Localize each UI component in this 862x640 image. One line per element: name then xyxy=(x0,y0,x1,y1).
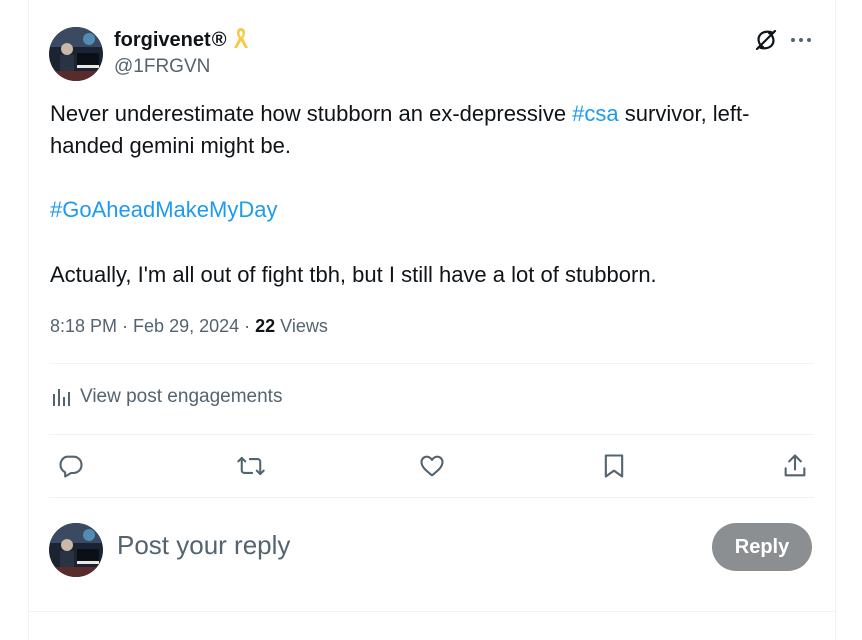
divider xyxy=(49,434,814,435)
post-body: Never underestimate how stubborn an ex-d… xyxy=(50,98,820,291)
post-time[interactable]: 8:18 PM xyxy=(50,316,117,336)
author-avatar[interactable] xyxy=(49,27,103,81)
repost-icon[interactable] xyxy=(236,452,266,485)
analytics-icon xyxy=(53,389,70,406)
separator: · xyxy=(239,316,256,336)
ribbon-icon xyxy=(232,26,250,55)
divider xyxy=(29,611,835,612)
bookmark-icon[interactable] xyxy=(600,452,628,485)
author-name-row: forgivenet ® xyxy=(114,26,250,55)
view-engagements-link[interactable]: View post engagements xyxy=(50,386,282,408)
hashtag-link[interactable]: #csa xyxy=(572,101,618,126)
views-label: Views xyxy=(275,316,328,336)
like-icon[interactable] xyxy=(418,452,446,485)
post-text-line3: Actually, I'm all out of fight tbh, but … xyxy=(50,262,657,287)
post-meta: 8:18 PM · Feb 29, 2024 · 22 Views xyxy=(50,316,328,337)
post-text-line1: Never underestimate how stubborn an ex-d… xyxy=(50,98,820,162)
reply-icon[interactable] xyxy=(57,452,85,485)
views-count: 22 xyxy=(255,316,276,336)
hashtag-link[interactable]: #GoAheadMakeMyDay xyxy=(50,197,277,222)
reply-input[interactable]: Post your reply xyxy=(117,530,290,561)
author-handle[interactable]: @1FRGVN xyxy=(114,56,210,78)
divider xyxy=(49,497,814,498)
divider xyxy=(49,363,814,364)
reply-button[interactable]: Reply xyxy=(712,523,812,571)
post-date[interactable]: Feb 29, 2024 xyxy=(133,316,239,336)
share-icon[interactable] xyxy=(781,452,809,485)
more-icon[interactable] xyxy=(790,28,812,57)
view-engagements-label: View post engagements xyxy=(80,386,283,407)
registered-mark: ® xyxy=(211,29,227,51)
separator: · xyxy=(117,316,134,336)
grok-icon[interactable] xyxy=(754,28,778,57)
author-display-name[interactable]: forgivenet xyxy=(114,29,211,52)
post-text: Never underestimate how stubborn an ex-d… xyxy=(50,101,573,126)
user-avatar[interactable] xyxy=(49,523,103,577)
